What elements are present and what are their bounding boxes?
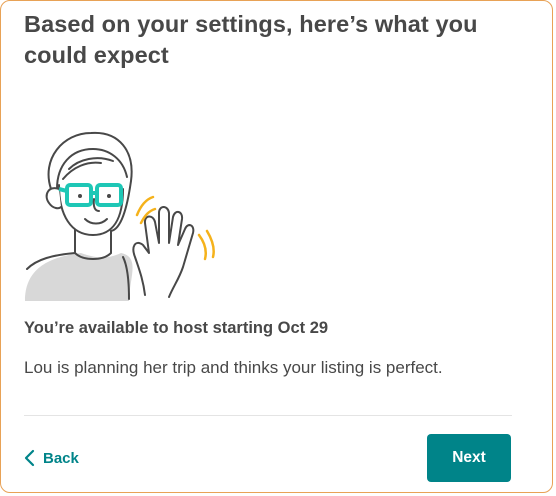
- back-button[interactable]: Back: [23, 441, 79, 475]
- waving-person-illustration: [23, 119, 223, 309]
- chevron-left-icon: [23, 449, 35, 467]
- card-title: Based on your settings, here’s what you …: [24, 11, 478, 68]
- guest-scenario-text: Lou is planning her trip and thinks your…: [24, 358, 443, 377]
- availability-heading: You’re available to host starting Oct 29: [24, 319, 329, 337]
- back-button-label: Back: [43, 449, 79, 467]
- expectation-card: Based on your settings, here’s what you …: [0, 0, 553, 493]
- footer-divider: [24, 415, 512, 416]
- next-button[interactable]: Next: [427, 434, 511, 482]
